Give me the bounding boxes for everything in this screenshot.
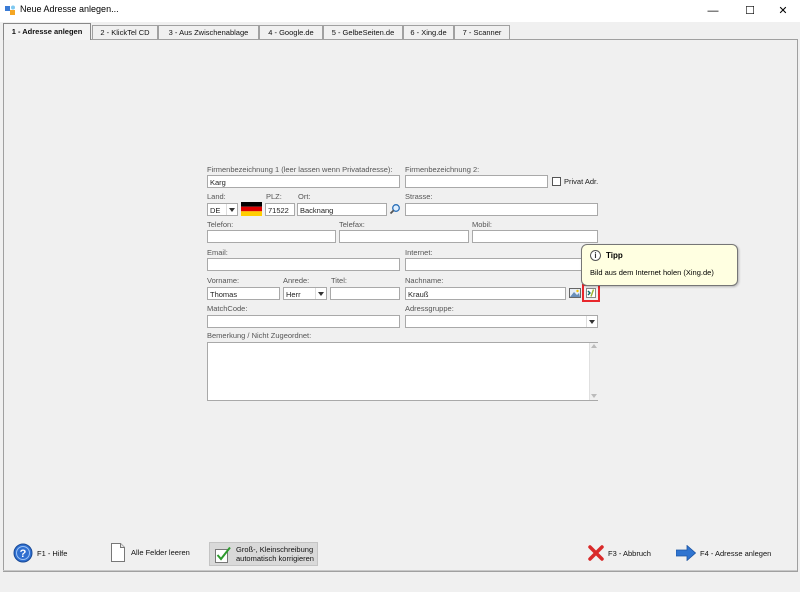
cancel-label: F3 - Abbruch: [608, 548, 651, 558]
maximize-button[interactable]: ☐: [733, 0, 767, 22]
bemerkung-label: Bemerkung / Nicht Zugeordnet:: [207, 331, 312, 340]
email-label: Email:: [207, 248, 228, 257]
adressgruppe-select[interactable]: [405, 315, 598, 328]
telefon-label: Telefon:: [207, 220, 234, 229]
plz-label: PLZ:: [266, 192, 282, 201]
minimize-button[interactable]: —: [696, 0, 730, 22]
strasse-label: Strasse:: [405, 192, 433, 201]
cancel-button[interactable]: F3 - Abbruch: [588, 545, 651, 561]
auto-case-label: Groß-, Kleinschreibung automatisch korri…: [236, 545, 314, 563]
bottom-divider: [3, 570, 797, 571]
clear-fields-button[interactable]: Alle Felder leeren: [111, 543, 190, 562]
auto-case-toggle[interactable]: Groß-, Kleinschreibung automatisch korri…: [209, 542, 318, 566]
tab-xing[interactable]: 6 - Xing.de: [403, 25, 454, 39]
tab-scanner[interactable]: 7 - Scanner: [454, 25, 510, 39]
vorname-label: Vorname:: [207, 276, 240, 285]
nachname-input[interactable]: Krauß: [405, 287, 566, 300]
image-icon[interactable]: [569, 287, 581, 299]
firma1-input[interactable]: Karg: [207, 175, 400, 188]
close-button[interactable]: ✕: [766, 0, 800, 22]
xing-icon: [586, 288, 596, 298]
matchcode-input[interactable]: [207, 315, 400, 328]
auto-case-label-line1: Groß-, Kleinschreibung: [236, 545, 314, 554]
checkmark-icon: [215, 546, 231, 563]
tab-panel: [3, 39, 798, 572]
tab-klicktel-cd[interactable]: 2 - KlickTel CD: [92, 25, 158, 39]
scroll-up-arrow[interactable]: [591, 344, 597, 348]
firma2-input[interactable]: [405, 175, 548, 188]
anrede-select[interactable]: Herr: [283, 287, 327, 300]
create-address-button[interactable]: F4 - Adresse anlegen: [676, 545, 771, 561]
tab-adresse-anlegen[interactable]: 1 - Adresse anlegen: [3, 23, 91, 40]
search-icon[interactable]: [389, 203, 401, 215]
titel-input[interactable]: [330, 287, 400, 300]
titel-label: Titel:: [331, 276, 347, 285]
land-label: Land:: [207, 192, 226, 201]
firma2-label: Firmenbezeichnung 2:: [405, 165, 480, 174]
matchcode-label: MatchCode:: [207, 304, 248, 313]
create-address-label: F4 - Adresse anlegen: [700, 548, 772, 558]
arrow-right-icon: [676, 545, 696, 561]
land-dropdown-arrow[interactable]: [226, 204, 237, 215]
cancel-x-icon: [588, 545, 604, 561]
firma1-label: Firmenbezeichnung 1 (leer lassen wenn Pr…: [207, 165, 393, 174]
bemerkung-scrollbar[interactable]: [589, 343, 598, 400]
clear-fields-label: Alle Felder leeren: [131, 548, 190, 557]
help-button[interactable]: ? F1 - Hilfe: [13, 543, 67, 563]
tooltip-text: Bild aus dem Internet holen (Xing.de): [590, 268, 714, 277]
anrede-dropdown-arrow[interactable]: [315, 288, 326, 299]
flag-germany-icon: [241, 202, 262, 216]
bemerkung-textarea[interactable]: [207, 342, 598, 401]
title-bar: Neue Adresse anlegen... — ☐ ✕: [0, 0, 800, 22]
anrede-label: Anrede:: [283, 276, 310, 285]
land-value: DE: [210, 206, 221, 215]
info-icon: i: [590, 250, 601, 261]
auto-case-label-line2: automatisch korrigieren: [236, 554, 314, 563]
land-select[interactable]: DE: [207, 203, 238, 216]
help-icon: ?: [13, 543, 33, 563]
internet-label: Internet:: [405, 248, 433, 257]
app-icon: [5, 5, 15, 15]
help-label: F1 - Hilfe: [37, 548, 68, 558]
tab-gelbeseiten[interactable]: 5 - GelbeSeiten.de: [323, 25, 403, 39]
tooltip: i Tipp Bild aus dem Internet holen (Xing…: [581, 244, 738, 286]
privat-label: Privat Adr.: [564, 177, 599, 186]
mobil-input[interactable]: [472, 230, 598, 243]
privat-checkbox[interactable]: [552, 177, 561, 186]
anrede-value: Herr: [286, 290, 301, 299]
mobil-label: Mobil:: [472, 220, 493, 229]
window-title: Neue Adresse anlegen...: [20, 4, 119, 14]
ort-input[interactable]: Backnang: [297, 203, 387, 216]
scroll-down-arrow[interactable]: [591, 394, 597, 398]
tab-aus-zwischenablage[interactable]: 3 - Aus Zwischenablage: [158, 25, 259, 39]
blank-page-icon: [111, 543, 125, 562]
svg-text:?: ?: [20, 548, 27, 560]
plz-input[interactable]: 71522: [265, 203, 295, 216]
vorname-input[interactable]: Thomas: [207, 287, 280, 300]
internet-input[interactable]: [405, 258, 583, 271]
ort-label: Ort:: [298, 192, 311, 201]
telefax-label: Telefax:: [339, 220, 365, 229]
email-input[interactable]: [207, 258, 400, 271]
strasse-input[interactable]: [405, 203, 598, 216]
telefax-input[interactable]: [339, 230, 469, 243]
xing-photo-button[interactable]: [582, 284, 600, 302]
telefon-input[interactable]: [207, 230, 336, 243]
nachname-label: Nachname:: [405, 276, 444, 285]
adressgruppe-label: Adressgruppe:: [405, 304, 454, 313]
adressgruppe-dropdown-arrow[interactable]: [586, 316, 597, 327]
tooltip-title: Tipp: [606, 251, 623, 260]
tab-google[interactable]: 4 - Google.de: [259, 25, 323, 39]
